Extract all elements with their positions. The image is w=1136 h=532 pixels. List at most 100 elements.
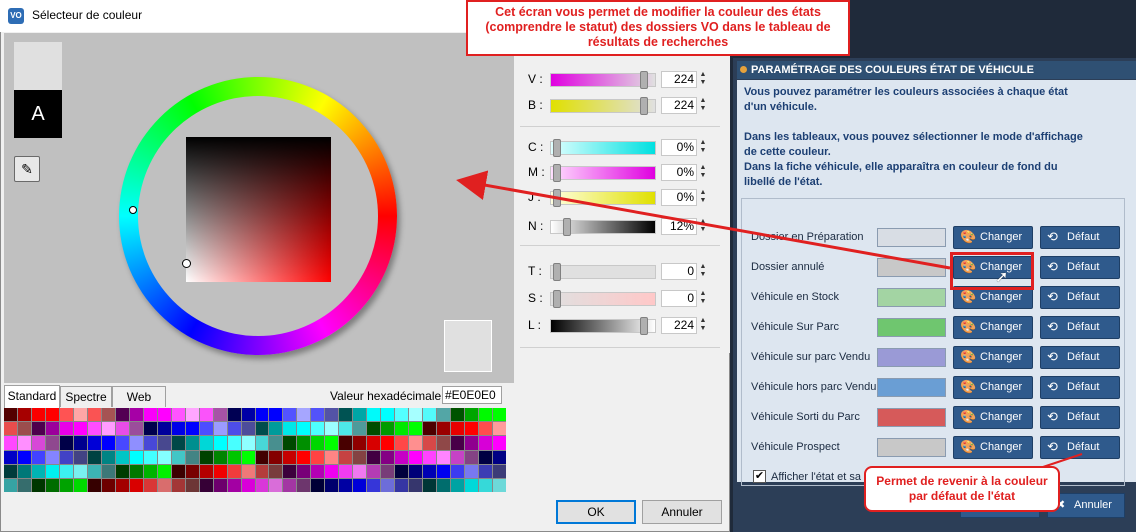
palette-swatch[interactable]	[395, 450, 409, 464]
palette-swatch[interactable]	[227, 422, 241, 436]
palette-swatch[interactable]	[227, 408, 241, 422]
palette-swatch[interactable]	[465, 408, 479, 422]
palette-swatch[interactable]	[255, 408, 269, 422]
palette-swatch[interactable]	[325, 450, 339, 464]
palette-swatch[interactable]	[283, 450, 297, 464]
change-color-button[interactable]: 🎨 Changer	[953, 406, 1033, 429]
palette-swatch[interactable]	[87, 408, 101, 422]
palette-swatch[interactable]	[213, 450, 227, 464]
palette-swatch[interactable]	[143, 422, 157, 436]
palette-swatch[interactable]	[73, 422, 87, 436]
palette-swatch[interactable]	[339, 450, 353, 464]
palette-swatch[interactable]	[493, 478, 506, 492]
slider-thumb[interactable]	[553, 139, 561, 157]
palette-swatch[interactable]	[423, 464, 437, 478]
slider-value-input[interactable]: 0	[661, 263, 697, 280]
slider-value-input[interactable]: 0%	[661, 139, 697, 156]
spinner-arrows-icon[interactable]: ▲ ▼	[698, 189, 708, 206]
palette-swatch[interactable]	[115, 422, 129, 436]
palette-swatch[interactable]	[465, 422, 479, 436]
change-color-button[interactable]: 🎨 Changer	[953, 346, 1033, 369]
palette-swatch[interactable]	[143, 450, 157, 464]
slider-value-input[interactable]: 224	[661, 71, 697, 88]
palette-swatch[interactable]	[437, 464, 451, 478]
palette-swatch[interactable]	[451, 422, 465, 436]
palette-swatch[interactable]	[381, 422, 395, 436]
palette-swatch[interactable]	[185, 422, 199, 436]
slider-value-input[interactable]: 0%	[661, 164, 697, 181]
palette-swatch[interactable]	[213, 436, 227, 450]
palette-swatch[interactable]	[437, 436, 451, 450]
palette-swatch[interactable]	[115, 408, 129, 422]
palette-swatch[interactable]	[409, 422, 423, 436]
palette-swatch[interactable]	[269, 422, 283, 436]
palette-swatch[interactable]	[395, 422, 409, 436]
palette-swatch[interactable]	[73, 478, 87, 492]
slider-value-input[interactable]: 0%	[661, 189, 697, 206]
palette-swatch[interactable]	[4, 450, 17, 464]
palette-swatch[interactable]	[255, 450, 269, 464]
palette-swatch[interactable]	[185, 478, 199, 492]
palette-swatch[interactable]	[185, 436, 199, 450]
palette-swatch[interactable]	[367, 478, 381, 492]
palette-swatch[interactable]	[129, 408, 143, 422]
slider-thumb[interactable]	[640, 71, 648, 89]
palette-swatch[interactable]	[437, 450, 451, 464]
default-color-button[interactable]: ⟲ Défaut	[1040, 256, 1120, 279]
palette-swatch[interactable]	[395, 436, 409, 450]
palette-swatch[interactable]	[101, 478, 115, 492]
palette-swatch[interactable]	[227, 478, 241, 492]
palette-swatch[interactable]	[297, 450, 311, 464]
change-color-button[interactable]: 🎨 Changer	[953, 226, 1033, 249]
palette-swatch[interactable]	[199, 422, 213, 436]
palette-swatch[interactable]	[87, 422, 101, 436]
palette-swatch[interactable]	[423, 422, 437, 436]
palette-swatch[interactable]	[87, 436, 101, 450]
palette-swatch[interactable]	[73, 408, 87, 422]
palette-swatch[interactable]	[339, 436, 353, 450]
palette-swatch[interactable]	[171, 436, 185, 450]
palette-swatch[interactable]	[157, 450, 171, 464]
palette-swatch[interactable]	[199, 464, 213, 478]
palette-swatch[interactable]	[269, 478, 283, 492]
slider-track[interactable]	[550, 263, 656, 281]
palette-swatch[interactable]	[311, 450, 325, 464]
palette-swatch[interactable]	[353, 422, 367, 436]
palette-swatch[interactable]	[493, 450, 506, 464]
slider-track[interactable]	[550, 139, 656, 157]
hue-handle[interactable]	[129, 206, 137, 214]
palette-swatch[interactable]	[353, 408, 367, 422]
palette-swatch[interactable]	[465, 464, 479, 478]
palette-swatch[interactable]	[465, 450, 479, 464]
palette-swatch[interactable]	[451, 436, 465, 450]
palette-swatch[interactable]	[255, 422, 269, 436]
palette-swatch[interactable]	[297, 464, 311, 478]
palette-swatch[interactable]	[199, 450, 213, 464]
palette-swatch[interactable]	[437, 408, 451, 422]
palette-swatch[interactable]	[171, 464, 185, 478]
palette-swatch[interactable]	[325, 436, 339, 450]
palette-swatch[interactable]	[213, 478, 227, 492]
palette-swatch[interactable]	[185, 464, 199, 478]
default-color-button[interactable]: ⟲ Défaut	[1040, 226, 1120, 249]
palette-swatch[interactable]	[479, 464, 493, 478]
spinner-arrows-icon[interactable]: ▲ ▼	[698, 218, 708, 235]
palette-swatch[interactable]	[269, 436, 283, 450]
palette-swatch[interactable]	[479, 478, 493, 492]
palette-swatch[interactable]	[171, 478, 185, 492]
palette-swatch[interactable]	[269, 450, 283, 464]
palette-swatch[interactable]	[31, 436, 45, 450]
palette-swatch[interactable]	[87, 478, 101, 492]
palette-swatch[interactable]	[17, 408, 31, 422]
palette-swatch[interactable]	[31, 478, 45, 492]
slider-track[interactable]	[550, 71, 656, 89]
palette-swatch[interactable]	[59, 450, 73, 464]
palette-swatch[interactable]	[17, 422, 31, 436]
palette-swatch[interactable]	[4, 422, 17, 436]
spinner-arrows-icon[interactable]: ▲ ▼	[698, 317, 708, 334]
palette-swatch[interactable]	[59, 464, 73, 478]
palette-swatch[interactable]	[45, 436, 59, 450]
palette-swatch[interactable]	[241, 436, 255, 450]
standard-palette-grid[interactable]	[4, 408, 506, 492]
palette-swatch[interactable]	[241, 478, 255, 492]
